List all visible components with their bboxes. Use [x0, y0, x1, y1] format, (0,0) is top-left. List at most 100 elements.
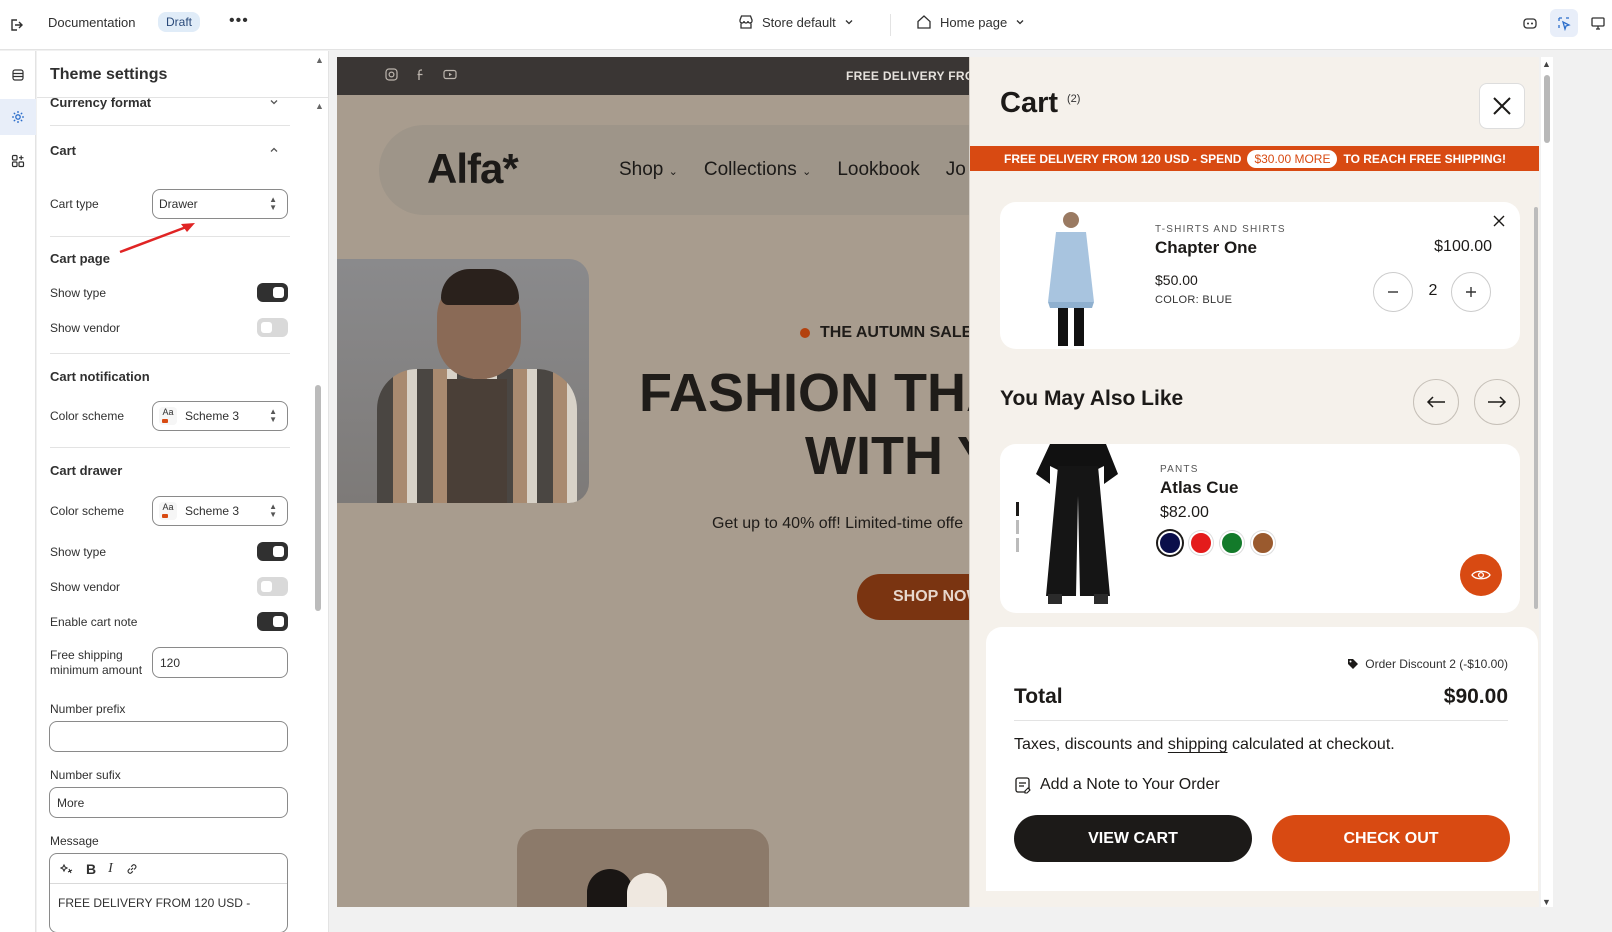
scroll-up-icon[interactable]: ▲ — [315, 101, 324, 111]
inspector-icon[interactable] — [1550, 9, 1578, 37]
scroll-thumb[interactable] — [1544, 75, 1550, 143]
apps-icon[interactable] — [0, 143, 36, 179]
preview-scrollbar[interactable]: ▲ ▼ — [1541, 57, 1553, 907]
product-price: $82.00 — [1160, 504, 1209, 521]
nav-item-shop[interactable]: Shop ⌄ — [619, 159, 678, 181]
message-rich-text-editor[interactable]: B I FREE DELIVERY FROM 120 USD - — [49, 853, 288, 932]
quantity-increase-button[interactable] — [1451, 272, 1491, 312]
recommendations-heading: You May Also Like — [1000, 387, 1184, 410]
desktop-preview-icon[interactable] — [1584, 9, 1612, 37]
drawer-cart-note-label: Enable cart note — [50, 615, 138, 629]
topbar-right-tools — [1516, 9, 1612, 37]
free-bar-text-after: TO REACH FREE SHIPPING! — [1343, 151, 1506, 166]
product-name[interactable]: Chapter One — [1155, 238, 1257, 258]
divider — [1014, 720, 1508, 721]
checkout-button[interactable]: CHECK OUT — [1272, 815, 1510, 862]
nav-item-collections[interactable]: Collections ⌄ — [704, 159, 811, 181]
cart-page-show-vendor-toggle[interactable] — [257, 318, 288, 337]
swatch-red[interactable] — [1189, 531, 1213, 555]
site-logo[interactable]: Alfa* — [427, 145, 519, 193]
view-cart-button[interactable]: VIEW CART — [1014, 815, 1252, 862]
italic-icon[interactable]: I — [108, 861, 113, 877]
store-selector[interactable]: Store default — [738, 14, 854, 30]
scroll-down-icon[interactable]: ▼ — [1542, 897, 1551, 907]
drawer-cart-note-toggle[interactable] — [257, 612, 288, 631]
add-order-note-button[interactable]: Add a Note to Your Order — [1014, 776, 1220, 794]
panel-scrollbar[interactable]: ▲ ▲ — [312, 55, 326, 925]
drawer-color-select[interactable]: Aa Scheme 3 ▲ ▼ — [152, 496, 288, 526]
remove-item-button[interactable] — [1490, 212, 1508, 230]
free-shipping-label-line1: Free shipping — [50, 648, 123, 662]
theme-name[interactable]: Documentation — [48, 15, 135, 30]
color-scheme-swatch-icon: Aa — [159, 502, 177, 520]
quantity-decrease-button[interactable] — [1373, 272, 1413, 312]
chevron-up-icon — [270, 147, 278, 152]
bold-icon[interactable]: B — [86, 861, 96, 877]
pagination-dot[interactable] — [1016, 520, 1019, 534]
cart-type-select[interactable]: Drawer ▲ ▼ — [152, 189, 288, 219]
swatch-green[interactable] — [1220, 531, 1244, 555]
image-pagination — [1016, 502, 1019, 556]
link-icon[interactable] — [125, 862, 139, 876]
divider — [50, 353, 290, 354]
minus-icon — [1388, 291, 1398, 293]
drawer-show-vendor-toggle[interactable] — [257, 577, 288, 596]
drawer-show-type-toggle[interactable] — [257, 542, 288, 561]
number-prefix-input[interactable] — [49, 721, 288, 752]
section-currency-format[interactable]: Currency format — [50, 95, 290, 110]
swatch-navy[interactable] — [1158, 531, 1182, 555]
toggle-knob — [261, 322, 272, 333]
close-icon — [1493, 97, 1511, 115]
instagram-icon[interactable] — [385, 68, 398, 81]
shipping-link[interactable]: shipping — [1168, 736, 1228, 753]
free-bar-text: FREE DELIVERY FROM 120 USD - SPEND — [1004, 151, 1242, 166]
nav-item-journal[interactable]: Jo — [946, 159, 966, 181]
scroll-thumb[interactable] — [315, 385, 321, 611]
taxes-text-after: calculated at checkout. — [1231, 736, 1395, 753]
toggle-knob — [273, 546, 284, 557]
hero-title-line2: WITH Y — [805, 426, 993, 486]
close-drawer-button[interactable] — [1479, 83, 1525, 129]
section-cart[interactable]: Cart — [50, 143, 290, 158]
settings-gear-icon[interactable] — [0, 99, 36, 135]
nav-item-lookbook[interactable]: Lookbook — [837, 159, 919, 181]
pagination-dot[interactable] — [1016, 538, 1019, 552]
free-shipping-input[interactable]: 120 — [152, 647, 288, 678]
quick-view-button[interactable] — [1460, 554, 1502, 596]
scroll-up-icon[interactable]: ▲ — [315, 55, 324, 65]
nav-label: Shop — [619, 159, 664, 180]
cart-drawer-heading: Cart drawer — [50, 463, 123, 478]
drawer-inner-scrollbar[interactable] — [1534, 207, 1538, 609]
cart-page-show-vendor-label: Show vendor — [50, 321, 121, 335]
ai-sparkle-icon[interactable] — [60, 862, 74, 876]
select-value: Drawer — [159, 197, 198, 211]
product-image[interactable] — [1028, 444, 1128, 609]
note-icon — [1015, 777, 1031, 794]
facebook-icon[interactable] — [414, 68, 427, 81]
product-image[interactable] — [1026, 210, 1116, 347]
taxes-text: Taxes, discounts and — [1014, 736, 1164, 753]
scroll-up-icon[interactable]: ▲ — [1542, 59, 1551, 69]
cart-summary: Order Discount 2 (-$10.00) Total $90.00 … — [986, 627, 1538, 891]
section-label: Currency format — [50, 95, 152, 110]
panel-title: Theme settings — [50, 66, 168, 83]
number-sufix-input[interactable]: More — [49, 787, 288, 818]
carousel-next-button[interactable] — [1474, 379, 1520, 425]
social-links — [385, 68, 457, 81]
page-selector[interactable]: Home page — [916, 14, 1025, 30]
pagination-dot[interactable] — [1016, 502, 1019, 516]
plus-icon — [1466, 287, 1476, 297]
carousel-prev-button[interactable] — [1413, 379, 1459, 425]
draft-badge: Draft — [158, 12, 201, 32]
cart-page-show-type-toggle[interactable] — [257, 283, 288, 302]
youtube-icon[interactable] — [443, 68, 457, 81]
ai-assistant-icon[interactable] — [1516, 9, 1544, 37]
hero-kicker: THE AUTUMN SALE — [800, 324, 972, 342]
exit-icon[interactable] — [4, 13, 28, 37]
more-actions-button[interactable]: ••• — [229, 12, 249, 30]
swatch-brown[interactable] — [1251, 531, 1275, 555]
sections-icon[interactable] — [0, 57, 36, 93]
product-name[interactable]: Atlas Cue — [1160, 478, 1238, 498]
quantity-value[interactable]: 2 — [1426, 282, 1440, 300]
notification-color-select[interactable]: Aa Scheme 3 ▲ ▼ — [152, 401, 288, 431]
